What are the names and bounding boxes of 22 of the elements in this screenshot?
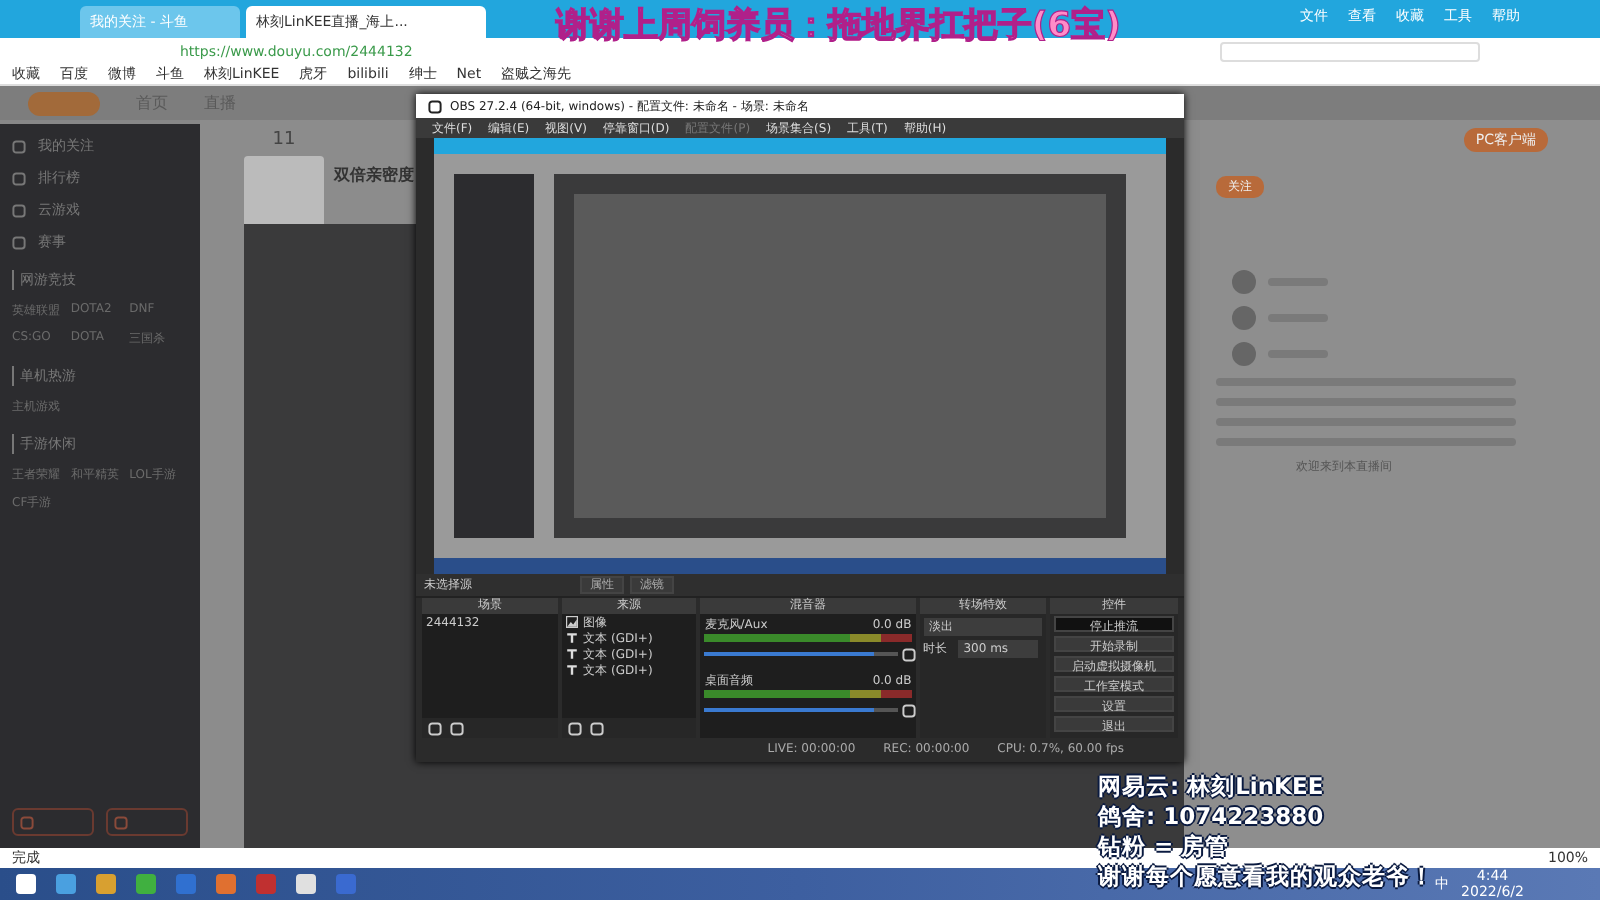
start-icon[interactable] (16, 874, 36, 894)
sidebar-button[interactable] (12, 808, 94, 836)
square-icon (20, 815, 34, 829)
square-icon (114, 815, 128, 829)
sidebar-button[interactable] (106, 808, 188, 836)
search-field[interactable] (1220, 41, 1480, 61)
square-icon (12, 235, 26, 249)
overlay-text: 谢谢每个愿意看我的观众老爷！ (1098, 862, 1434, 892)
app-icon (428, 99, 442, 113)
square-icon (12, 139, 26, 153)
square-icon (12, 203, 26, 217)
avatar-circle (1232, 342, 1256, 366)
room-title: 双倍亲密度 (334, 164, 416, 186)
square-icon (12, 171, 26, 185)
avatar-block (244, 156, 324, 228)
avatar-circle (1232, 270, 1256, 294)
avatar-circle (1232, 306, 1256, 330)
site-logo (28, 91, 100, 115)
image-icon (565, 616, 578, 628)
stat-value: 11 (272, 130, 296, 150)
overlay-title: 谢谢上周饲养员：拖地界扛把子(6宝) (556, 4, 1121, 48)
overlay-text: 网易云: 林刻LinKEE (1098, 772, 1324, 802)
